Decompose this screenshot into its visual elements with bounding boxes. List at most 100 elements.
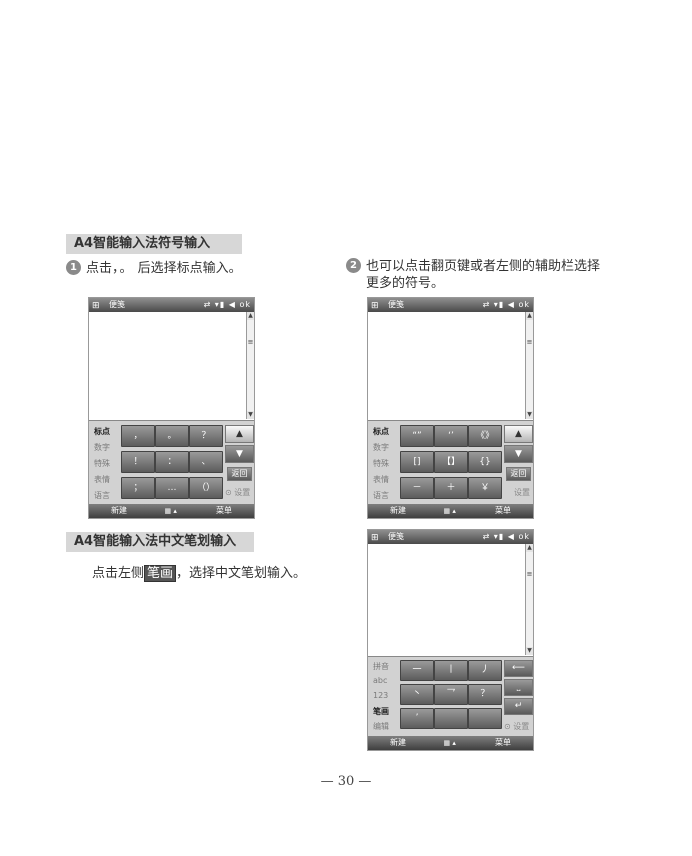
key[interactable]: －	[400, 477, 434, 499]
settings-button[interactable]: 设置	[514, 487, 530, 498]
step-number-2: 2	[346, 258, 361, 273]
key[interactable]: ！	[121, 451, 155, 473]
phone-screenshot-punctuation: ⊞ 便笺 ⇄ ▾▮ ◀ ok ▲ ≡ ▼ 标点 数字 特殊 表情 语言 ， 。 …	[88, 297, 255, 519]
key[interactable]: {}	[468, 451, 502, 473]
key[interactable]: ？	[189, 425, 223, 447]
sidebar-item-special[interactable]: 特殊	[373, 458, 389, 469]
sidebar-item-edit[interactable]: 编辑	[373, 721, 389, 732]
status-icons[interactable]: ⇄ ▾▮ ◀ ok	[483, 530, 530, 544]
stroke-key[interactable]: 丶	[400, 684, 434, 705]
key[interactable]: ￥	[468, 477, 502, 499]
scroll-up-icon[interactable]: ▲	[526, 312, 533, 320]
phone-screenshot-more-symbols: ⊞ 便笺 ⇄ ▾▮ ◀ ok ▲ ≡ ▼ 标点 数字 特殊 表情 语言 “” ‘…	[367, 297, 534, 519]
stroke-key[interactable]: 丨	[434, 660, 468, 681]
stroke-key[interactable]: ’	[400, 708, 434, 729]
scroll-down-icon[interactable]: ▼	[247, 411, 254, 419]
scroll-up-icon[interactable]: ▲	[526, 544, 533, 552]
stroke-key[interactable]	[468, 708, 502, 729]
sidebar-item-digits[interactable]: 数字	[373, 442, 389, 453]
keyboard-toggle-icon[interactable]: ▦ ▴	[444, 504, 456, 518]
key[interactable]: 《》	[468, 425, 502, 447]
step-3-instruction: 点击左侧 笔画 ，选择中文笔划输入。	[92, 565, 306, 582]
scroll-grip-icon[interactable]: ≡	[526, 338, 533, 346]
key[interactable]: 、	[189, 451, 223, 473]
sidebar-item-digits[interactable]: 数字	[94, 442, 110, 453]
enter-icon[interactable]: ↵	[504, 698, 533, 715]
sidebar-item-stroke[interactable]: 笔画	[373, 706, 389, 717]
key[interactable]: 【】	[434, 451, 468, 473]
settings-button[interactable]: ⊙ 设置	[225, 487, 250, 498]
keyboard-toggle-icon[interactable]: ▦ ▴	[444, 736, 456, 750]
windows-start-icon[interactable]: ⊞	[92, 299, 100, 313]
app-title: 便笺	[388, 300, 404, 309]
key[interactable]: （）	[189, 477, 223, 499]
stroke-key[interactable]: 一	[400, 660, 434, 681]
app-title: 便笺	[388, 532, 404, 541]
key[interactable]: “”	[400, 425, 434, 447]
sidebar-item-123[interactable]: 123	[373, 691, 388, 700]
backspace-icon[interactable]: ⟵	[504, 660, 533, 677]
sidebar-item-emoticon[interactable]: 表情	[373, 474, 389, 485]
back-button[interactable]: 返回	[506, 467, 531, 481]
page-number: — 30 —	[320, 774, 372, 789]
sidebar-item-abc[interactable]: abc	[373, 676, 387, 685]
keyboard-toggle-icon[interactable]: ▦ ▴	[165, 504, 177, 518]
status-icons[interactable]: ⇄ ▾▮ ◀ ok	[483, 298, 530, 312]
menu-button[interactable]: 菜单	[495, 736, 511, 750]
page-down-icon[interactable]: ▼	[504, 445, 533, 463]
windows-start-icon[interactable]: ⊞	[371, 299, 379, 313]
page-up-icon[interactable]: ▲	[225, 425, 254, 443]
scrollbar[interactable]: ▲ ≡ ▼	[246, 312, 254, 419]
step-2-instruction: 2 也可以点击翻页键或者左侧的辅助栏选择 更多的符号。	[346, 258, 600, 292]
menu-new-button[interactable]: 新建	[390, 504, 406, 518]
sidebar-item-special[interactable]: 特殊	[94, 458, 110, 469]
back-button[interactable]: 返回	[227, 467, 252, 481]
settings-button[interactable]: ⊙ 设置	[504, 721, 529, 732]
menu-new-button[interactable]: 新建	[390, 736, 406, 750]
key[interactable]: ，	[121, 425, 155, 447]
symbol-keyboard: 标点 数字 特殊 表情 语言 “” ‘’ 《》 [] 【】 {} － ＋ ￥ ▲…	[368, 420, 533, 507]
scroll-down-icon[interactable]: ▼	[526, 647, 533, 655]
scroll-grip-icon[interactable]: ≡	[247, 338, 254, 346]
settings-label: 设置	[234, 488, 251, 497]
step-number-1: 1	[66, 260, 81, 275]
keyboard-sidebar: 标点 数字 特殊 表情 语言	[89, 421, 119, 507]
space-icon[interactable]: ⎵	[504, 679, 533, 696]
stroke-key[interactable]: 丿	[468, 660, 502, 681]
key[interactable]: ：	[155, 451, 189, 473]
key[interactable]: ；	[121, 477, 155, 499]
windows-start-icon[interactable]: ⊞	[371, 531, 379, 545]
menu-button[interactable]: 菜单	[216, 504, 232, 518]
stroke-key[interactable]: ？	[468, 684, 502, 705]
key[interactable]: 。	[155, 425, 189, 447]
menu-bar: 新建 ▦ ▴ 菜单	[368, 504, 533, 518]
sidebar-item-pinyin[interactable]: 拼音	[373, 661, 389, 672]
scrollbar[interactable]: ▲ ≡ ▼	[525, 312, 533, 419]
menu-new-button[interactable]: 新建	[111, 504, 127, 518]
scroll-up-icon[interactable]: ▲	[247, 312, 254, 320]
sidebar-item-punctuation[interactable]: 标点	[373, 426, 389, 437]
status-icons[interactable]: ⇄ ▾▮ ◀ ok	[204, 298, 251, 312]
step-3-suffix: ，选择中文笔划输入。	[176, 566, 307, 581]
sidebar-item-language[interactable]: 语言	[373, 490, 389, 501]
stroke-key[interactable]	[434, 708, 468, 729]
sidebar-item-punctuation[interactable]: 标点	[94, 426, 110, 437]
sidebar-item-emoticon[interactable]: 表情	[94, 474, 110, 485]
stroke-key[interactable]: 乛	[434, 684, 468, 705]
keyboard-sidebar: 标点 数字 特殊 表情 语言	[368, 421, 398, 507]
scroll-grip-icon[interactable]: ≡	[526, 570, 533, 578]
keyboard-sidebar: 拼音 abc 123 笔画 编辑	[368, 657, 398, 739]
title-bar: ⊞ 便笺 ⇄ ▾▮ ◀ ok	[368, 530, 533, 544]
page-up-icon[interactable]: ▲	[504, 425, 533, 443]
key[interactable]: ‘’	[434, 425, 468, 447]
step-3-prefix: 点击左侧	[92, 566, 145, 581]
sidebar-item-language[interactable]: 语言	[94, 490, 110, 501]
key[interactable]: ＋	[434, 477, 468, 499]
page-down-icon[interactable]: ▼	[225, 445, 254, 463]
step-2-line2: 更多的符号。	[366, 276, 445, 291]
menu-button[interactable]: 菜单	[495, 504, 511, 518]
scrollbar[interactable]: ▲ ≡ ▼	[525, 544, 533, 655]
key[interactable]: []	[400, 451, 434, 473]
key[interactable]: …	[155, 477, 189, 499]
scroll-down-icon[interactable]: ▼	[526, 411, 533, 419]
